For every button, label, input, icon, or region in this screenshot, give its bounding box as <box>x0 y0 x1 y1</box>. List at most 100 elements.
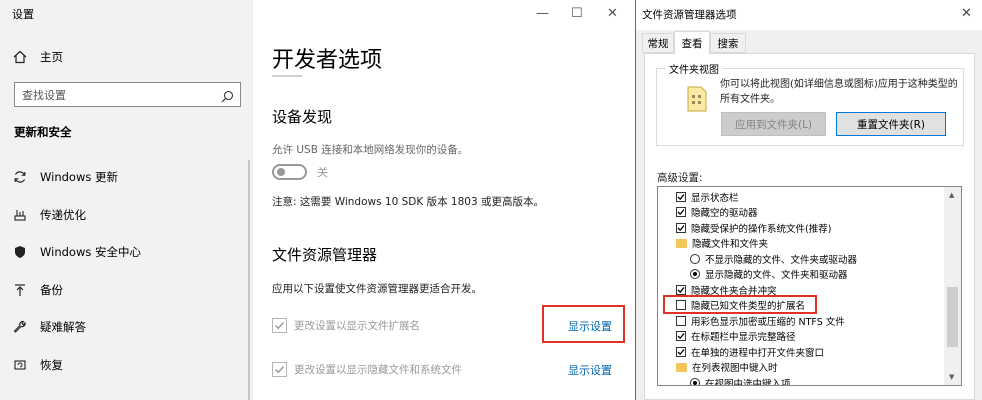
sidebar-item-label: Windows 安全中心 <box>40 245 141 259</box>
setting-label: 在视图中选中键入项 <box>705 378 791 386</box>
advanced-setting-row: 隐藏文件和文件夹 <box>676 236 768 251</box>
show-extensions-checkbox[interactable] <box>272 317 287 333</box>
sidebar-scrollbar[interactable] <box>248 160 250 400</box>
setting-label: 显示状态栏 <box>691 192 739 204</box>
search-input[interactable] <box>22 87 212 103</box>
sidebar-item-label: 主页 <box>40 50 63 64</box>
tab-search[interactable]: 搜索 <box>710 33 746 53</box>
advanced-setting-row[interactable]: 在视图中选中键入项 <box>690 375 791 386</box>
setting-checkbox[interactable] <box>676 191 686 202</box>
delivery-optimization-icon <box>0 208 40 222</box>
setting-checkbox[interactable] <box>676 331 686 341</box>
advanced-setting-row[interactable]: 隐藏受保护的操作系统文件(推荐) <box>676 220 831 235</box>
toggle-state-label: 关 <box>317 166 328 179</box>
setting-checkbox[interactable] <box>676 222 686 233</box>
setting-label: 在列表视图中键入时 <box>692 363 778 374</box>
advanced-setting-row[interactable]: 在单独的进程中打开文件夹窗口 <box>676 344 824 359</box>
shield-icon <box>0 245 40 259</box>
sidebar-item-windows-security[interactable]: Windows 安全中心 <box>0 237 253 267</box>
advanced-setting-row[interactable]: 显示状态栏 <box>676 189 739 204</box>
folder-icon <box>676 238 687 248</box>
settings-window: 设置 主页 更新和安全 Windows 更新 传递优化 <box>0 0 635 400</box>
sidebar-item-home[interactable]: 主页 <box>0 42 253 72</box>
sidebar-section-title: 更新和安全 <box>14 125 72 139</box>
reset-folders-button[interactable]: 重置文件夹(R) <box>836 112 946 136</box>
setting-checkbox[interactable] <box>676 346 686 357</box>
apply-to-folders-button[interactable]: 应用到文件夹(L) <box>721 112 826 136</box>
folder-view-icon <box>686 86 708 116</box>
toggle-knob <box>277 168 285 176</box>
dialog-close-button[interactable]: ✕ <box>961 6 972 21</box>
search-icon[interactable] <box>221 88 234 107</box>
backup-arrow-icon <box>0 283 40 297</box>
recovery-icon <box>0 358 40 372</box>
setting-checkbox[interactable] <box>676 284 686 295</box>
setting-label: 用彩色显示加密或压缩的 NTFS 文件 <box>691 316 845 328</box>
page-title: 开发者选项 <box>272 48 383 73</box>
setting-label: 在单独的进程中打开文件夹窗口 <box>691 347 825 359</box>
advanced-list-scrollbar[interactable]: ▲ ▼ <box>944 187 961 385</box>
sync-icon <box>0 170 40 184</box>
settings-search-box[interactable] <box>14 82 241 107</box>
show-extensions-option[interactable]: 更改设置以显示文件扩展名 <box>272 315 420 335</box>
device-discovery-toggle[interactable] <box>272 164 307 180</box>
show-hidden-files-checkbox[interactable] <box>272 361 287 377</box>
setting-label: 不显示隐藏的文件、文件夹或驱动器 <box>705 254 858 266</box>
highlight-frame-show-settings <box>542 305 625 343</box>
advanced-setting-row[interactable]: 在标题栏中显示完整路径 <box>676 329 796 344</box>
setting-label: 在标题栏中显示完整路径 <box>691 332 796 343</box>
folder-view-legend: 文件夹视图 <box>666 61 722 76</box>
sidebar-item-label: Windows 更新 <box>40 170 118 184</box>
highlight-frame-hide-extensions <box>663 295 817 314</box>
folder-icon <box>676 362 687 372</box>
sdk-note: 注意: 这需要 Windows 10 SDK 版本 1803 或更高版本。 <box>272 196 544 208</box>
show-hidden-files-option[interactable]: 更改设置以显示隐藏文件和系统文件 <box>272 359 462 379</box>
scroll-down-arrow-icon[interactable]: ▼ <box>949 373 954 381</box>
tab-general[interactable]: 常规 <box>642 33 674 53</box>
sidebar-item-delivery-optimization[interactable]: 传递优化 <box>0 200 253 230</box>
tab-view[interactable]: 查看 <box>674 31 710 54</box>
sidebar-item-backup[interactable]: 备份 <box>0 275 253 305</box>
sidebar-item-recovery[interactable]: 恢复 <box>0 350 253 380</box>
show-settings-link-hidden[interactable]: 显示设置 <box>568 362 612 378</box>
title-underline <box>272 75 302 77</box>
advanced-setting-row[interactable]: 用彩色显示加密或压缩的 NTFS 文件 <box>676 313 845 328</box>
folder-view-description: 你可以将此视图(如详细信息或图标)应用于这种类型的所有文件夹。 <box>720 79 958 105</box>
advanced-setting-row: 在列表视图中键入时 <box>676 360 778 375</box>
wrench-icon <box>0 320 40 334</box>
scroll-thumb[interactable] <box>947 287 958 347</box>
setting-label: 显示隐藏的文件、文件夹和驱动器 <box>705 270 848 281</box>
advanced-settings-label: 高级设置: <box>657 172 703 184</box>
setting-radio[interactable] <box>690 377 700 385</box>
advanced-settings-list[interactable]: 显示状态栏隐藏空的驱动器隐藏受保护的操作系统文件(推荐) 隐藏文件和文件夹不显示隐… <box>657 186 962 386</box>
device-discovery-description: 允许 USB 连接和本地网络发现你的设备。 <box>272 144 469 156</box>
home-icon <box>0 50 40 64</box>
file-explorer-description: 应用以下设置使文件资源管理器更适合开发。 <box>272 283 482 295</box>
sidebar-item-label: 备份 <box>40 283 63 297</box>
dialog-title: 文件资源管理器选项 <box>642 9 737 21</box>
show-hidden-files-label: 更改设置以显示隐藏文件和系统文件 <box>294 363 462 376</box>
setting-radio[interactable] <box>690 253 700 264</box>
setting-radio[interactable] <box>690 269 700 279</box>
setting-checkbox[interactable] <box>676 315 686 326</box>
sidebar-item-label: 疑难解答 <box>40 320 86 334</box>
show-extensions-label: 更改设置以显示文件扩展名 <box>294 319 420 332</box>
scroll-up-arrow-icon[interactable]: ▲ <box>949 191 954 199</box>
sidebar-item-label: 传递优化 <box>40 208 86 222</box>
settings-sidebar: 设置 主页 更新和安全 Windows 更新 传递优化 <box>0 0 253 400</box>
advanced-setting-row[interactable]: 显示隐藏的文件、文件夹和驱动器 <box>690 267 848 282</box>
dialog-titlebar: 文件资源管理器选项 ✕ <box>636 0 982 30</box>
folder-options-dialog: 文件资源管理器选项 ✕ 常规 查看 搜索 文件夹视图 你可以将此视图(如详细信息… <box>635 0 982 400</box>
sidebar-item-troubleshoot[interactable]: 疑难解答 <box>0 312 253 342</box>
setting-label: 隐藏受保护的操作系统文件(推荐) <box>691 223 832 235</box>
advanced-setting-row[interactable]: 不显示隐藏的文件、文件夹或驱动器 <box>690 251 857 266</box>
advanced-setting-row[interactable]: 隐藏空的驱动器 <box>676 205 758 220</box>
setting-label: 隐藏文件和文件夹 <box>692 239 769 250</box>
sidebar-item-windows-update[interactable]: Windows 更新 <box>0 162 253 192</box>
setting-checkbox[interactable] <box>676 207 686 217</box>
window-title: 设置 <box>12 8 34 21</box>
file-explorer-heading: 文件资源管理器 <box>272 246 378 264</box>
setting-label: 隐藏空的驱动器 <box>691 208 758 219</box>
sidebar-item-label: 恢复 <box>40 358 63 372</box>
device-discovery-heading: 设备发现 <box>272 108 333 126</box>
